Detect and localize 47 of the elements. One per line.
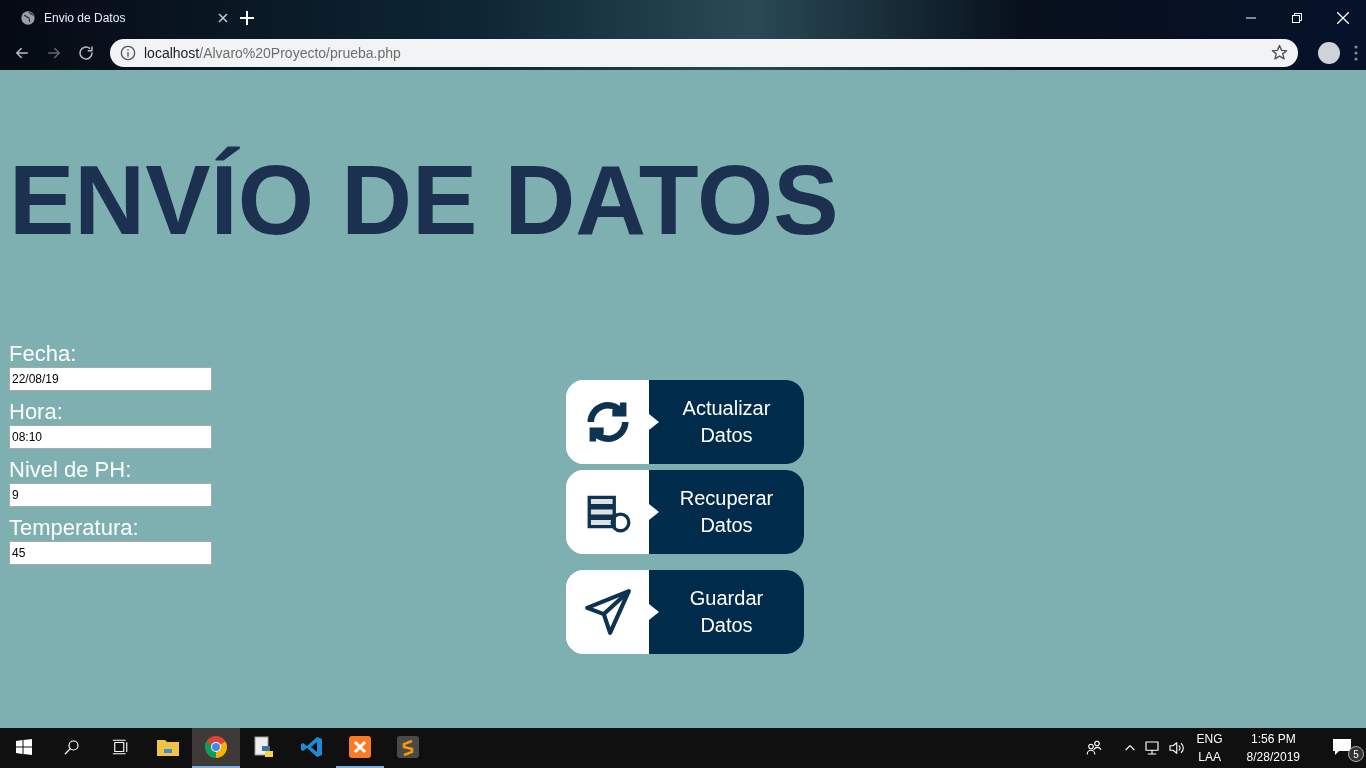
field-label: Nivel de PH: (9, 455, 133, 483)
url-text: localhost/Alvaro%20Proyecto/prueba.php (144, 44, 401, 61)
page-heading: ENVÍO DE DATOS (9, 144, 840, 257)
notification-count: 5 (1348, 746, 1364, 762)
input-field[interactable]: 08:10 (9, 424, 212, 449)
notifications-button[interactable]: 5 (1318, 728, 1366, 768)
language-indicator[interactable]: ENG LAA (1190, 730, 1229, 766)
reload-icon (77, 43, 95, 62)
input-field[interactable]: 22/08/19 (9, 366, 212, 391)
star-icon[interactable] (1271, 44, 1288, 61)
input-field[interactable]: 9 (9, 482, 212, 507)
taskbar-app[interactable] (192, 728, 240, 768)
action-button[interactable]: Recuperar Datos (566, 469, 804, 554)
folder-icon (156, 737, 180, 757)
browser-icon (204, 735, 228, 759)
clock[interactable]: 1:56 PM 8/28/2019 (1234, 730, 1312, 766)
python-file-icon (252, 735, 276, 759)
browser-tab[interactable]: Envio de Datos (0, 0, 240, 35)
input-field[interactable]: 45 (9, 540, 212, 565)
pointer-notch (649, 413, 659, 430)
sublime-icon (396, 735, 420, 759)
speaker-icon[interactable] (1166, 739, 1185, 757)
network-icon[interactable] (1142, 739, 1161, 757)
people-icon[interactable] (1084, 739, 1103, 757)
pointer-notch (649, 503, 659, 520)
windows-icon (16, 739, 32, 755)
action-button[interactable]: Actualizar Datos (566, 379, 804, 464)
field-label: Hora: (9, 397, 64, 425)
paper-plane-icon (582, 586, 633, 637)
restore-icon (1292, 12, 1302, 23)
profile-avatar[interactable] (1318, 41, 1340, 64)
info-icon (120, 44, 136, 61)
search-icon (63, 738, 81, 756)
action-button[interactable]: Guardar Datos (566, 569, 804, 654)
close-icon[interactable] (218, 12, 228, 23)
address-bar[interactable]: localhost/Alvaro%20Proyecto/prueba.php (110, 38, 1298, 67)
speech-bubble-icon (1332, 738, 1352, 756)
close-icon (1337, 11, 1349, 24)
pointer-notch (649, 603, 659, 620)
field-label: Fecha: (9, 339, 78, 367)
globe-icon (20, 9, 36, 26)
code-editor-icon (300, 735, 324, 759)
task-view-icon (111, 738, 129, 756)
menu-icon[interactable] (1354, 44, 1358, 61)
field-label: Temperatura: (9, 513, 140, 541)
new-tab-icon[interactable] (240, 10, 254, 25)
xampp-icon (348, 735, 372, 759)
